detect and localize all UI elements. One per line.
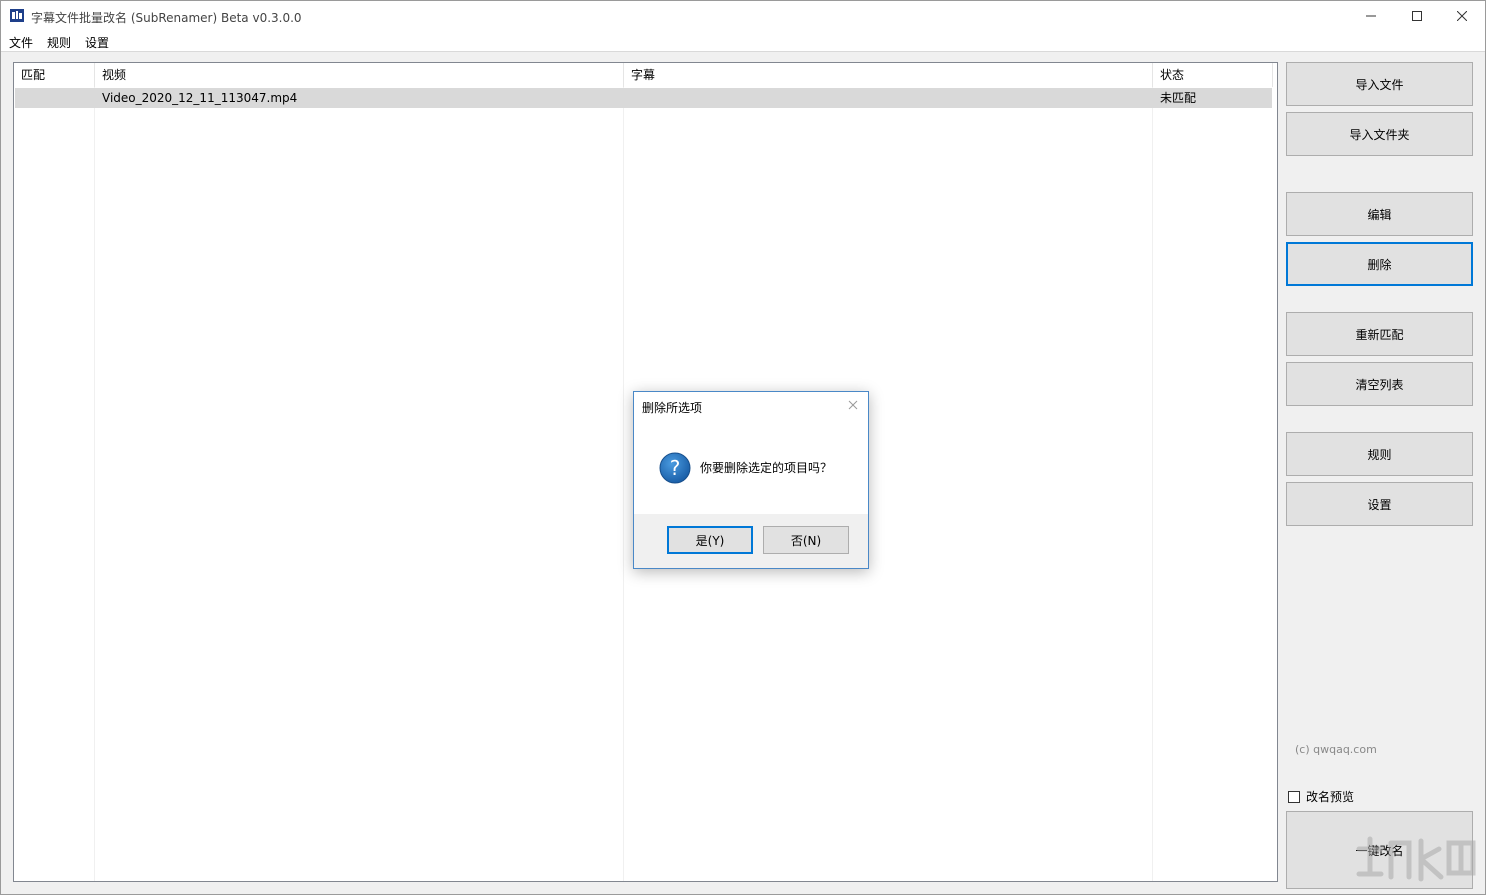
- svg-text:?: ?: [670, 456, 681, 480]
- minimize-icon: [1366, 15, 1376, 17]
- dialog-title: 删除所选项: [642, 401, 703, 415]
- rename-preview-option[interactable]: 改名预览: [1288, 788, 1354, 805]
- menu-file[interactable]: 文件: [9, 34, 33, 51]
- dialog-yes-button[interactable]: 是(Y): [667, 526, 753, 554]
- maximize-icon: [1412, 11, 1422, 21]
- rename-preview-checkbox[interactable]: [1288, 790, 1300, 803]
- clear-list-button[interactable]: 清空列表: [1286, 362, 1473, 406]
- column-header-match[interactable]: 匹配: [14, 63, 95, 87]
- column-divider: [94, 87, 95, 881]
- rematch-button[interactable]: 重新匹配: [1286, 312, 1473, 356]
- watermark-logo: [1356, 836, 1476, 882]
- app-window: 字幕文件批量改名 (SubRenamer) Beta v0.3.0.0 文件 规…: [0, 0, 1486, 895]
- table-row[interactable]: Video_2020_12_11_113047.mp4 未匹配: [15, 88, 1272, 108]
- app-icon: [10, 9, 24, 22]
- cell-match: [15, 88, 95, 108]
- delete-confirm-dialog: 删除所选项 ? 你要删除选定的项目吗？ 是(Y) 否(N): [633, 391, 869, 569]
- copyright-text: (c) qwqaq.com: [1295, 743, 1377, 756]
- rename-preview-label: 改名预览: [1306, 790, 1355, 804]
- menu-bar: 文件 规则 设置: [1, 31, 1485, 52]
- cell-video: Video_2020_12_11_113047.mp4: [102, 91, 298, 105]
- edit-button[interactable]: 编辑: [1286, 192, 1473, 236]
- close-icon: [1457, 11, 1467, 21]
- rules-button[interactable]: 规则: [1286, 432, 1473, 476]
- window-title: 字幕文件批量改名 (SubRenamer) Beta v0.3.0.0: [31, 11, 302, 25]
- import-folder-button[interactable]: 导入文件夹: [1286, 112, 1473, 156]
- column-header-video[interactable]: 视频: [95, 63, 624, 87]
- cell-subtitle: [624, 88, 1153, 108]
- minimize-button[interactable]: [1348, 1, 1394, 31]
- dialog-button-bar: 是(Y) 否(N): [634, 514, 868, 568]
- import-file-button[interactable]: 导入文件: [1286, 62, 1473, 106]
- delete-button[interactable]: 删除: [1286, 242, 1473, 286]
- maximize-button[interactable]: [1394, 1, 1440, 31]
- menu-settings[interactable]: 设置: [85, 34, 109, 51]
- column-header-status[interactable]: 状态: [1153, 63, 1273, 87]
- question-icon: ?: [659, 452, 691, 484]
- cell-status: 未匹配: [1160, 91, 1197, 105]
- column-divider: [623, 87, 624, 881]
- column-header-subtitle[interactable]: 字幕: [624, 63, 1153, 87]
- settings-button[interactable]: 设置: [1286, 482, 1473, 526]
- dialog-close-icon[interactable]: [846, 398, 860, 412]
- column-divider: [1152, 87, 1153, 881]
- close-button[interactable]: [1439, 1, 1485, 31]
- dialog-no-button[interactable]: 否(N): [763, 526, 849, 554]
- dialog-message: 你要删除选定的项目吗？: [700, 461, 833, 475]
- menu-rules[interactable]: 规则: [47, 34, 71, 51]
- title-bar[interactable]: 字幕文件批量改名 (SubRenamer) Beta v0.3.0.0: [1, 1, 1485, 31]
